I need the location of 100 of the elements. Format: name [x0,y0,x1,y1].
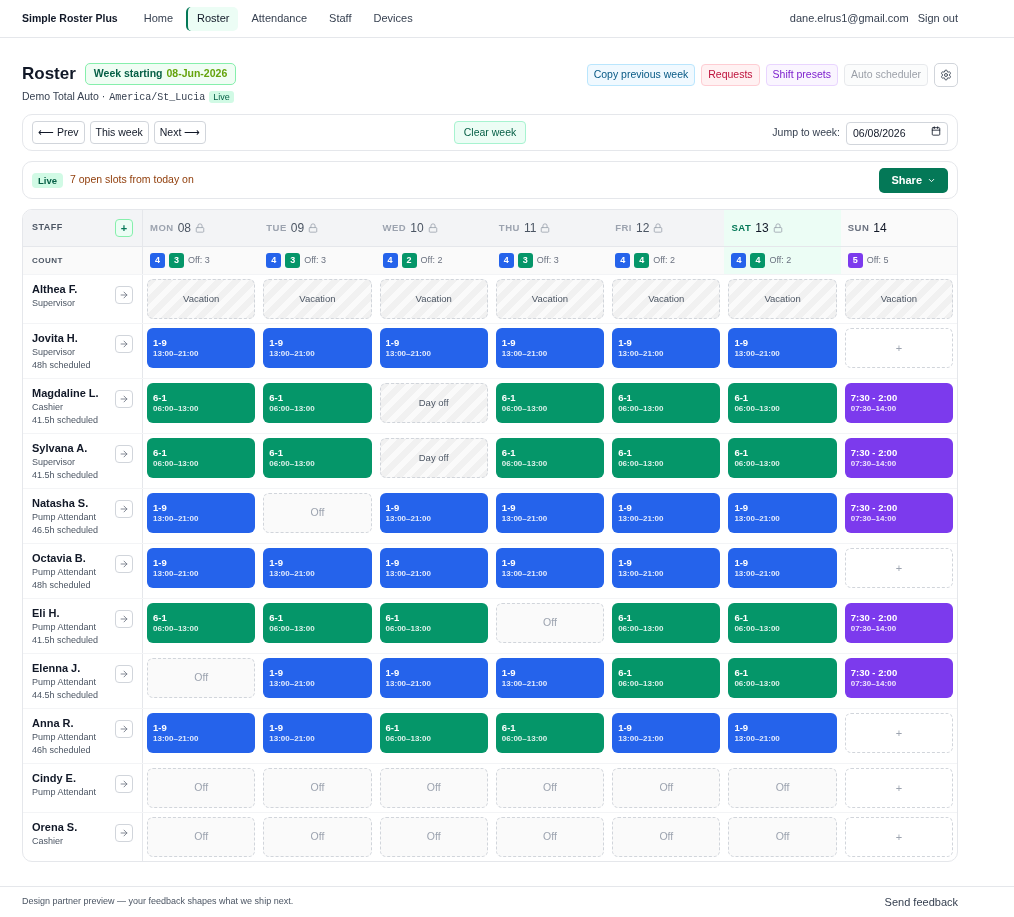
shift-block[interactable]: 1-9 13:00–21:00 [612,548,721,588]
nav-link[interactable]: Devices [364,6,422,31]
open-staff-button[interactable] [115,500,133,518]
weekday-name: MON [150,220,174,235]
shift-block[interactable]: 7:30 - 2:00 07:30–14:00 [844,438,953,478]
open-staff-button[interactable] [115,610,133,628]
shift-block[interactable]: 7:30 - 2:00 07:30–14:00 [844,603,953,643]
nav-link[interactable]: Roster [186,6,239,31]
shift-block[interactable]: 6-1 06:00–13:00 [612,383,721,423]
staff-role: Pump Attendant [32,786,97,799]
shift-block[interactable]: 6-1 06:00–13:00 [147,603,256,643]
date-field[interactable]: 06/08/2026 [846,121,948,145]
open-staff-button[interactable] [115,775,133,793]
day-number: 11 [523,220,537,237]
shift-block[interactable]: 1-9 13:00–21:00 [612,328,721,368]
shift-block[interactable]: 1-9 13:00–21:00 [379,548,488,588]
day-off-slot[interactable]: Day off [379,438,488,478]
open-staff-button[interactable] [115,720,133,738]
count-badge: 2 [401,253,417,268]
shift-block[interactable]: 1-9 13:00–21:00 [612,713,721,753]
shift-block[interactable]: 7:30 - 2:00 07:30–14:00 [844,658,953,698]
shift-block[interactable]: 1-9 13:00–21:00 [495,658,605,698]
open-staff-button[interactable] [115,445,133,463]
vacation-slot[interactable]: Vacation [263,279,372,319]
shift-block[interactable]: 6-1 06:00–13:00 [495,383,605,423]
sign-out-link[interactable]: Sign out [917,10,958,27]
shift-block[interactable]: 6-1 06:00–13:00 [263,383,372,423]
shift-block[interactable]: 1-9 13:00–21:00 [263,658,372,698]
shift-block[interactable]: 6-1 06:00–13:00 [379,603,488,643]
shift-block[interactable]: 1-9 13:00–21:00 [728,328,837,368]
action-button[interactable]: Copy previous week [586,64,696,86]
staff-name: Jovita H. [32,331,79,346]
vacation-slot[interactable]: Vacation [379,279,488,319]
nav-link[interactable]: Home [134,6,183,31]
day-off-slot[interactable]: Day off [379,383,488,423]
action-button[interactable]: Requests [701,64,760,86]
vacation-slot[interactable]: Vacation [612,279,721,319]
open-staff-button[interactable] [115,555,133,573]
week-nav-button[interactable]: Next ⟶ [153,121,207,144]
send-feedback-link[interactable]: Send feedback [884,893,958,911]
shift-block[interactable]: 1-9 13:00–21:00 [147,328,256,368]
shift-block[interactable]: 6-1 06:00–13:00 [728,603,837,643]
shift-block[interactable]: 6-1 06:00–13:00 [495,438,605,478]
staff-role: Pump Attendant [32,676,98,689]
week-nav-button[interactable]: ⟵ Prev [32,121,85,144]
shift-block[interactable]: 6-1 06:00–13:00 [612,438,721,478]
weekday-name: SUN [847,220,870,235]
shift-block[interactable]: 6-1 06:00–13:00 [728,383,837,423]
shift-block[interactable]: 6-1 06:00–13:00 [728,438,837,478]
shift-block[interactable]: 6-1 06:00–13:00 [263,603,372,643]
shift-block[interactable]: 1-9 13:00–21:00 [728,493,837,533]
shift-block[interactable]: 6-1 06:00–13:00 [147,383,256,423]
share-button[interactable]: Share [879,167,948,193]
vacation-slot[interactable]: Vacation [844,279,953,319]
page-title: Roster [22,63,76,85]
shift-block[interactable]: 6-1 06:00–13:00 [495,713,605,753]
vacation-slot[interactable]: Vacation [728,279,837,319]
shift-block[interactable]: 1-9 13:00–21:00 [379,328,488,368]
shift-block[interactable]: 6-1 06:00–13:00 [612,658,721,698]
add-staff-button[interactable]: + [115,219,133,237]
shift-block[interactable]: 6-1 06:00–13:00 [612,603,721,643]
shift-block[interactable]: 6-1 06:00–13:00 [379,713,488,753]
shift-block[interactable]: 1-9 13:00–21:00 [495,548,605,588]
footer-note: Design partner preview — your feedback shapes what we ship next. [22,895,294,909]
open-staff-button[interactable] [115,824,133,842]
settings-button[interactable] [934,63,958,87]
day-number: 08 [177,220,192,237]
day-number: 10 [410,220,424,237]
clear-week-button[interactable]: Clear week [453,121,527,144]
shift-block[interactable]: 7:30 - 2:00 07:30–14:00 [844,493,953,533]
nav-link[interactable]: Staff [320,6,361,31]
shift-block[interactable]: 1-9 13:00–21:00 [379,658,488,698]
shift-block[interactable]: 7:30 - 2:00 07:30–14:00 [844,383,953,423]
shift-block[interactable]: 1-9 13:00–21:00 [263,713,372,753]
vacation-slot[interactable]: Vacation [147,279,256,319]
shift-block[interactable]: 1-9 13:00–21:00 [495,328,605,368]
shift-block[interactable]: 1-9 13:00–21:00 [263,548,372,588]
week-nav-button[interactable]: This week [89,121,149,144]
shift-block[interactable]: 1-9 13:00–21:00 [728,713,837,753]
shift-block[interactable]: 1-9 13:00–21:00 [379,493,488,533]
shift-block[interactable]: 6-1 06:00–13:00 [263,438,372,478]
shift-block[interactable]: 6-1 06:00–13:00 [147,438,256,478]
shift-block[interactable]: 1-9 13:00–21:00 [147,493,256,533]
shift-block[interactable]: 1-9 13:00–21:00 [495,493,605,533]
open-staff-button[interactable] [115,390,133,408]
shift-block[interactable]: 1-9 13:00–21:00 [147,548,256,588]
shift-block[interactable]: 1-9 13:00–21:00 [728,548,837,588]
open-staff-button[interactable] [115,286,133,304]
action-button[interactable]: Shift presets [765,64,838,86]
shift-block[interactable]: 1-9 13:00–21:00 [612,493,721,533]
arrow-right-icon [119,779,129,789]
vacation-slot[interactable]: Vacation [495,279,605,319]
open-staff-button[interactable] [115,665,133,683]
nav-link[interactable]: Attendance [242,6,317,31]
shift-block[interactable]: 1-9 13:00–21:00 [147,713,256,753]
open-staff-button[interactable] [115,335,133,353]
shift-block[interactable]: 6-1 06:00–13:00 [728,658,837,698]
staff-name: Octavia B. [32,551,87,566]
weekday-name: THU [498,220,520,235]
shift-block[interactable]: 1-9 13:00–21:00 [263,328,372,368]
